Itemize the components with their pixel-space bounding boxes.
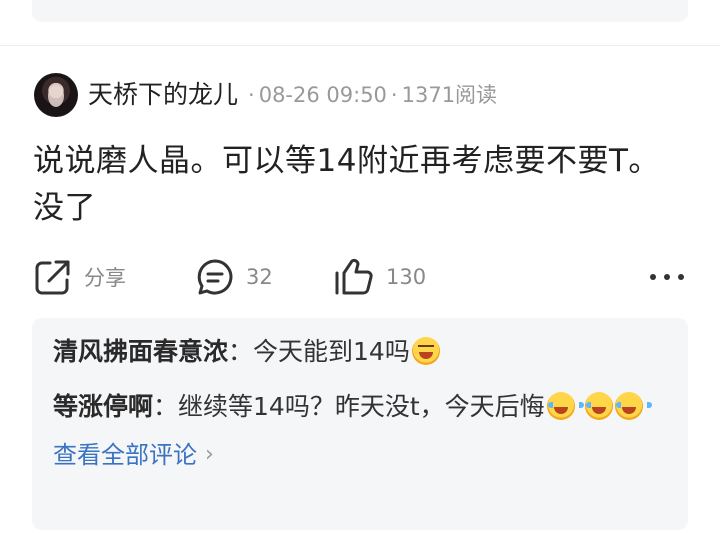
comment-author[interactable]: 清风拂面春意浓 bbox=[53, 337, 228, 366]
comment-colon: ： bbox=[228, 337, 254, 366]
comment-item[interactable]: 清风拂面春意浓：今天能到14吗 bbox=[53, 332, 668, 372]
chevron-right-icon: › bbox=[205, 442, 214, 467]
like-button[interactable]: 130 bbox=[334, 256, 426, 298]
comment-item[interactable]: 等涨停啊：继续等14吗？昨天没t，今天后悔 bbox=[53, 387, 668, 427]
share-button[interactable]: 分享 bbox=[34, 256, 126, 298]
comment-icon bbox=[197, 259, 233, 295]
meta-separator: · bbox=[248, 83, 255, 107]
meta-separator: · bbox=[390, 83, 398, 107]
post-date: 08-26 09:50 bbox=[258, 83, 387, 107]
post-header: 天桥下的龙儿 · 08-26 09:50 · 1371阅读 bbox=[34, 72, 497, 118]
comment-preview-box: 清风拂面春意浓：今天能到14吗 等涨停啊：继续等14吗？昨天没t，今天后悔 查看… bbox=[32, 318, 688, 530]
comment-author[interactable]: 等涨停啊 bbox=[53, 392, 153, 421]
view-all-comments-link[interactable]: 查看全部评论 › bbox=[53, 437, 214, 473]
more-dot-icon bbox=[664, 274, 670, 280]
crying-laughing-emoji-icon bbox=[614, 392, 652, 420]
thumbs-up-icon bbox=[335, 258, 373, 295]
comment-text: 今天能到14吗 bbox=[253, 337, 410, 366]
crying-laughing-emoji-icon bbox=[584, 392, 622, 420]
crying-laughing-emoji-icon bbox=[546, 392, 584, 420]
read-count: 1371阅读 bbox=[401, 83, 498, 107]
more-dot-icon bbox=[650, 274, 656, 280]
comment-count: 32 bbox=[246, 265, 273, 289]
comment-text: 继续等14吗？昨天没t，今天后悔 bbox=[178, 392, 545, 421]
share-label: 分享 bbox=[84, 266, 126, 290]
previous-comment-card bbox=[32, 0, 688, 22]
view-all-label: 查看全部评论 bbox=[53, 441, 197, 469]
comment-colon: ： bbox=[153, 392, 179, 421]
avatar[interactable] bbox=[34, 73, 78, 117]
post-content[interactable]: 说说磨人晶。可以等14附近再考虑要不要T。没了 bbox=[33, 138, 683, 232]
author-name[interactable]: 天桥下的龙儿 bbox=[88, 72, 238, 118]
comment-button[interactable]: 32 bbox=[196, 256, 273, 298]
action-bar: 分享 32 130 bbox=[34, 256, 686, 298]
post-divider bbox=[0, 45, 720, 46]
more-dot-icon bbox=[678, 274, 684, 280]
like-count: 130 bbox=[386, 265, 427, 289]
share-icon bbox=[35, 260, 70, 295]
laughing-emoji-icon bbox=[411, 337, 440, 365]
more-options-button[interactable] bbox=[650, 264, 684, 290]
post-meta: · 08-26 09:50 · 1371阅读 bbox=[244, 72, 497, 118]
